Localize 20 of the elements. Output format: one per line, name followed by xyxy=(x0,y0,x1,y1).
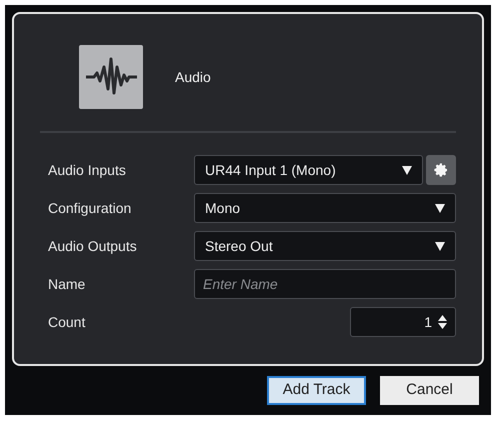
field-label: Configuration xyxy=(48,198,132,218)
field-label: Audio Inputs xyxy=(48,160,127,180)
track-type-label: Audio xyxy=(175,68,211,86)
dropdown[interactable]: UR44 Input 1 (Mono) xyxy=(194,155,423,185)
dropdown-caret-icon xyxy=(402,166,412,174)
spin-arrows-icon xyxy=(438,315,447,329)
name-input-field[interactable]: Enter Name xyxy=(194,269,456,299)
dropdown[interactable]: Stereo Out xyxy=(194,231,456,261)
dropdown-caret-icon xyxy=(435,204,445,212)
dropdown[interactable]: Mono xyxy=(194,193,456,223)
dialog-button[interactable]: Cancel xyxy=(380,376,479,405)
settings-button[interactable] xyxy=(426,155,456,185)
dropdown-caret-icon xyxy=(435,242,445,250)
field-label: Audio Outputs xyxy=(48,236,138,256)
field-label: Count xyxy=(48,312,86,332)
waveform-icon xyxy=(85,57,137,97)
settings-icon xyxy=(433,162,449,178)
field-label: Name xyxy=(48,274,86,294)
count-spin-field[interactable]: 1 xyxy=(350,307,456,337)
dialog-button[interactable]: Add Track xyxy=(267,376,366,405)
